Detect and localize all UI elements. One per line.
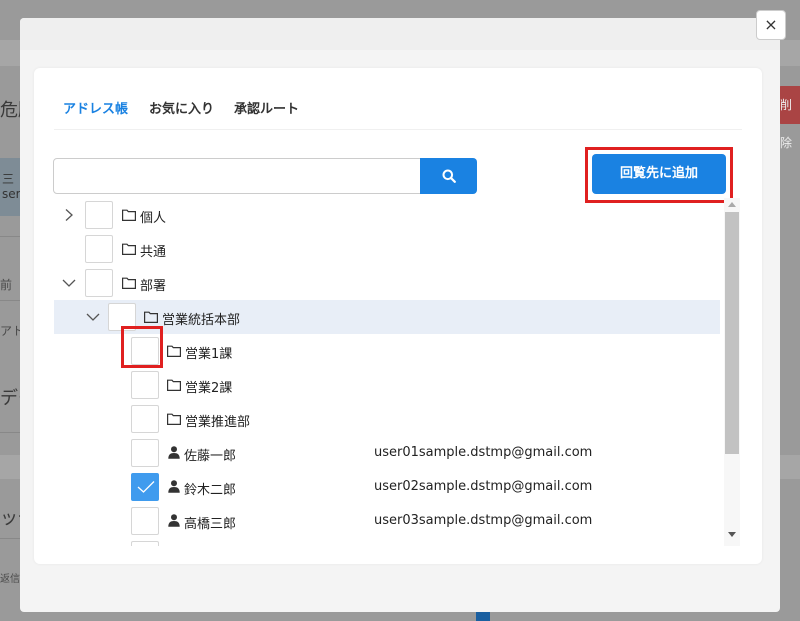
tree-row: 高橋三郎 user03sample.dstmp@gmail.com — [54, 504, 720, 538]
add-to-circulation-button[interactable]: 回覧先に追加 — [592, 154, 726, 194]
bg-delete-button: 削除 — [778, 86, 800, 150]
search-button[interactable] — [420, 158, 477, 194]
scroll-up-arrow[interactable] — [728, 202, 736, 207]
modal-top-bar — [20, 18, 780, 50]
tab-favorites[interactable]: お気に入り — [149, 98, 214, 117]
tree-item-label: 部署 — [140, 279, 167, 294]
user-email: user03sample.dstmp@gmail.com — [374, 513, 593, 528]
close-icon: × — [764, 15, 778, 34]
folder-icon — [167, 379, 181, 391]
bg-divider — [0, 538, 22, 539]
folder-icon — [167, 345, 181, 357]
folder-icon — [122, 243, 136, 255]
search-input[interactable] — [53, 158, 421, 194]
tree-checkbox-checked[interactable] — [131, 473, 159, 501]
tree-row: 佐藤一郎 user01sample.dstmp@gmail.com — [54, 436, 720, 470]
tree-item-label: 共通 — [140, 245, 167, 260]
tree-checkbox[interactable] — [131, 371, 159, 399]
search-bar — [53, 158, 477, 194]
close-button[interactable]: × — [756, 10, 786, 40]
tab-bar: アドレス帳 お気に入り 承認ルート — [54, 84, 742, 130]
tree-item-label: 個人 — [140, 211, 167, 226]
bg-label: 前 — [0, 278, 13, 292]
scroll-thumb[interactable] — [725, 212, 739, 454]
tree-item-label: 営業1課 — [185, 347, 233, 362]
tree-item-label: 営業2課 — [185, 381, 233, 396]
tree-checkbox[interactable] — [85, 201, 113, 229]
tree-checkbox[interactable] — [131, 507, 159, 535]
bg-user-block: 三 ser0 — [0, 158, 29, 216]
folder-icon — [167, 413, 181, 425]
tree-scrollbar[interactable] — [724, 198, 740, 546]
tree-row: 部署 — [54, 266, 720, 300]
tree-item-label: 佐藤一郎 — [184, 449, 237, 464]
tree-row-partial — [54, 538, 720, 546]
tree-item-label: 鈴木二郎 — [184, 483, 237, 498]
checkbox-highlight — [121, 326, 163, 368]
tree-row: 営業推進部 — [54, 402, 720, 436]
bg-user-line1: 三 — [2, 172, 15, 186]
search-icon — [442, 169, 456, 183]
user-email: user02sample.dstmp@gmail.com — [374, 479, 593, 494]
bg-user-line2: ser0 — [2, 187, 29, 201]
tree-item-label: 高橋三郎 — [184, 517, 237, 532]
chevron-down-icon[interactable] — [86, 310, 100, 324]
user-email: user01sample.dstmp@gmail.com — [374, 445, 593, 460]
scroll-down-arrow[interactable] — [728, 532, 736, 537]
folder-icon — [122, 209, 136, 221]
folder-icon — [144, 311, 158, 323]
tree-row: 営業2課 — [54, 368, 720, 402]
user-icon — [168, 514, 180, 527]
chevron-down-icon[interactable] — [62, 276, 76, 290]
bg-divider — [0, 300, 22, 301]
tree-checkbox[interactable] — [131, 541, 159, 546]
chevron-right-icon[interactable] — [62, 208, 76, 222]
tree-checkbox[interactable] — [85, 269, 113, 297]
address-book-panel: アドレス帳 お気に入り 承認ルート 回覧先に追加 個人 共通 部署 営業統括本部… — [34, 68, 762, 564]
tree-row: 個人 — [54, 198, 720, 232]
tree-checkbox[interactable] — [131, 405, 159, 433]
bg-divider — [0, 236, 22, 237]
bg-divider — [0, 432, 22, 433]
address-tree: 個人 共通 部署 営業統括本部 営業1課 営業2課 営業推進部 佐藤一郎 use… — [54, 198, 720, 546]
user-icon — [168, 480, 180, 493]
tab-approval-route[interactable]: 承認ルート — [234, 98, 299, 117]
folder-icon — [122, 277, 136, 289]
user-icon — [168, 446, 180, 459]
check-icon — [137, 481, 155, 493]
tree-checkbox[interactable] — [131, 439, 159, 467]
tree-item-label: 営業推進部 — [185, 415, 251, 430]
tree-checkbox[interactable] — [85, 235, 113, 263]
tree-row: 鈴木二郎 user02sample.dstmp@gmail.com — [54, 470, 720, 504]
tab-address-book[interactable]: アドレス帳 — [63, 98, 128, 117]
tree-row: 共通 — [54, 232, 720, 266]
tree-item-label: 営業統括本部 — [162, 313, 241, 328]
